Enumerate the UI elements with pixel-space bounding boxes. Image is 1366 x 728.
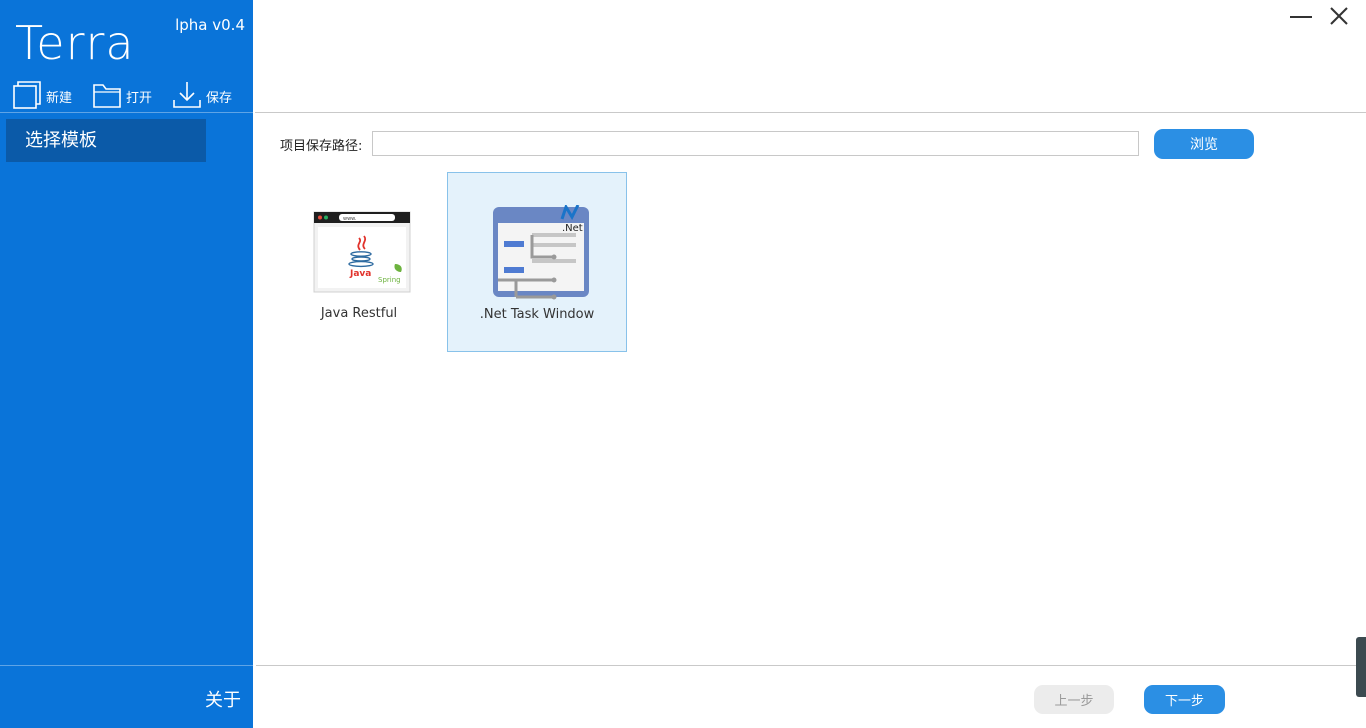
template-name: Java Restful — [320, 306, 398, 321]
dotnet-window-icon: .Net — [493, 205, 589, 300]
sidebar-divider — [0, 112, 253, 113]
java-thumb-java-text: Java — [349, 269, 371, 279]
folder-icon — [93, 84, 121, 108]
toolbar: 新建 打开 保存 — [12, 78, 252, 110]
template-name: .Net Task Window — [479, 307, 595, 322]
app-version: lpha v0.4 — [175, 16, 245, 34]
browse-button[interactable]: 浏览 — [1154, 129, 1254, 159]
previous-step-button[interactable]: 上一步 — [1034, 685, 1114, 714]
about-link[interactable]: 关于 — [205, 686, 241, 712]
open-button-label: 打开 — [126, 91, 153, 106]
template-dotnet-task-window[interactable]: .Net .Net Task Window — [447, 172, 627, 352]
close-icon[interactable] — [1324, 4, 1354, 30]
save-button[interactable]: 保存 — [172, 78, 232, 110]
save-path-input[interactable] — [372, 131, 1139, 156]
java-spring-icon: www. Java Spring — [313, 211, 411, 293]
new-file-icon — [13, 81, 41, 109]
java-thumb-url: www. — [343, 216, 357, 222]
new-button[interactable]: 新建 — [12, 78, 72, 110]
save-path-label: 项目保存路径: — [280, 139, 363, 154]
top-divider — [255, 112, 1366, 113]
new-button-label: 新建 — [46, 91, 73, 106]
app-window: Terra lpha v0.4 新建 打开 保存 选择模板 关于 项目保存路径:… — [0, 0, 1366, 728]
main-panel: 项目保存路径: 浏览 www. Java Spring Java Restful… — [253, 0, 1366, 728]
app-title: Terra — [15, 16, 135, 70]
net-thumb-badge-text: .Net — [562, 223, 583, 234]
java-thumb-spring-text: Spring — [378, 276, 401, 284]
download-icon — [173, 82, 201, 108]
open-button[interactable]: 打开 — [92, 78, 152, 110]
minimize-icon[interactable] — [1286, 4, 1316, 30]
sidebar-bottom-divider — [0, 665, 253, 666]
sidebar: Terra lpha v0.4 新建 打开 保存 选择模板 关于 — [0, 0, 253, 728]
resize-handle[interactable] — [1356, 637, 1366, 697]
next-step-button[interactable]: 下一步 — [1144, 685, 1225, 714]
save-button-label: 保存 — [206, 91, 233, 106]
sidebar-item-select-template[interactable]: 选择模板 — [6, 119, 206, 162]
bottom-divider — [256, 665, 1366, 666]
template-java-restful[interactable]: www. Java Spring Java Restful — [269, 172, 449, 352]
